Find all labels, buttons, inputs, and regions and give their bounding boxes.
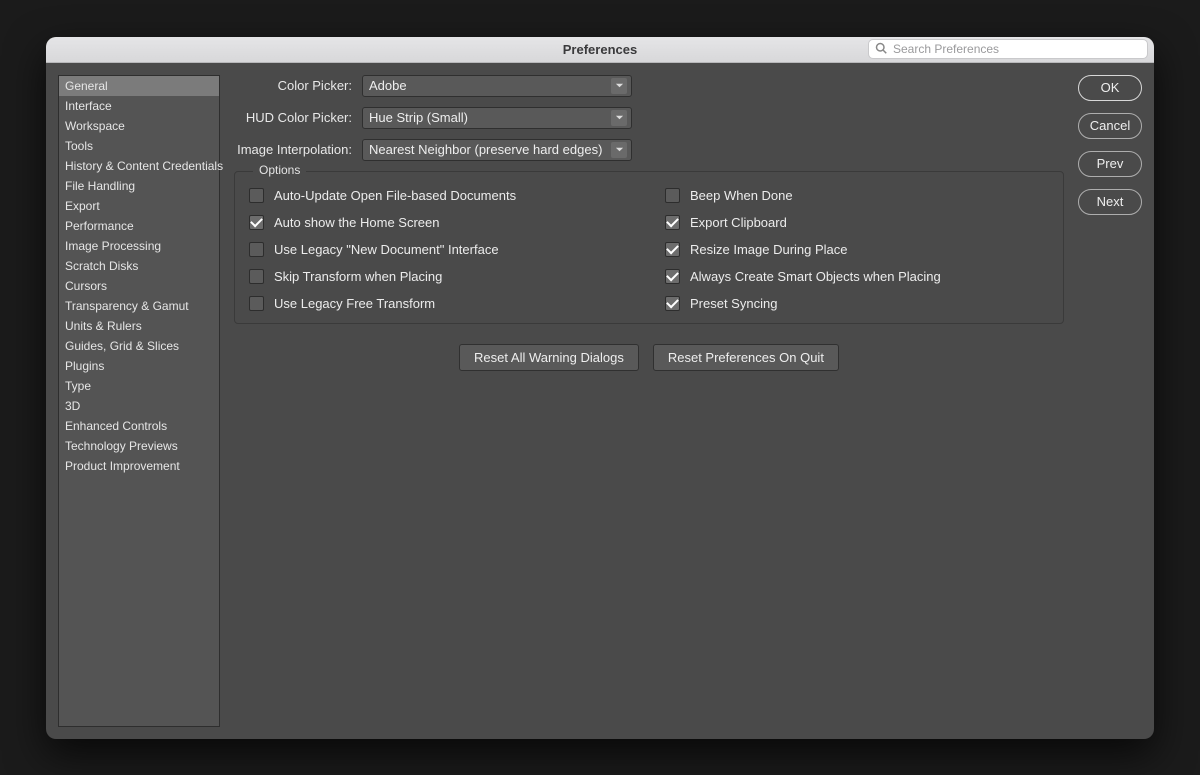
sidebar-item-units-rulers[interactable]: Units & Rulers	[59, 316, 219, 336]
option-row: Auto-Update Open File-based Documents	[249, 188, 633, 203]
option-label: Auto show the Home Screen	[274, 215, 439, 230]
dialog-title: Preferences	[46, 42, 1154, 57]
checkbox[interactable]	[665, 269, 680, 284]
color-picker-label: Color Picker:	[234, 78, 352, 93]
checkbox[interactable]	[665, 188, 680, 203]
sidebar-item-tools[interactable]: Tools	[59, 136, 219, 156]
reset-preferences-on-quit-button[interactable]: Reset Preferences On Quit	[653, 344, 839, 371]
preferences-dialog: Preferences GeneralInterfaceWorkspaceToo…	[46, 37, 1154, 739]
sidebar-item-history-content-credentials[interactable]: History & Content Credentials	[59, 156, 219, 176]
option-label: Export Clipboard	[690, 215, 787, 230]
option-label: Use Legacy "New Document" Interface	[274, 242, 499, 257]
option-label: Use Legacy Free Transform	[274, 296, 435, 311]
option-row: Skip Transform when Placing	[249, 269, 633, 284]
option-label: Auto-Update Open File-based Documents	[274, 188, 516, 203]
option-row: Use Legacy Free Transform	[249, 296, 633, 311]
sidebar-item-general[interactable]: General	[59, 76, 219, 96]
sidebar-item-file-handling[interactable]: File Handling	[59, 176, 219, 196]
checkbox[interactable]	[665, 215, 680, 230]
option-row: Resize Image During Place	[665, 242, 1049, 257]
options-column-left: Auto-Update Open File-based Documents Aut…	[249, 188, 633, 311]
options-group: Options Auto-Update Open File-based Docu…	[234, 171, 1064, 324]
option-row: Preset Syncing	[665, 296, 1049, 311]
sidebar-item-image-processing[interactable]: Image Processing	[59, 236, 219, 256]
main-area: Color Picker: Adobe HUD Color Picker: Hu…	[234, 75, 1142, 727]
checkbox[interactable]	[665, 296, 680, 311]
reset-all-warning-dialogs-button[interactable]: Reset All Warning Dialogs	[459, 344, 639, 371]
color-picker-select[interactable]: Adobe	[362, 75, 632, 97]
sidebar-item-interface[interactable]: Interface	[59, 96, 219, 116]
options-column-right: Beep When Done Export Clipboard Resize Ima…	[665, 188, 1049, 311]
image-interpolation-value: Nearest Neighbor (preserve hard edges)	[369, 142, 602, 157]
option-label: Always Create Smart Objects when Placing	[690, 269, 941, 284]
bottom-button-row: Reset All Warning Dialogs Reset Preferen…	[234, 344, 1064, 371]
sidebar-item-transparency-gamut[interactable]: Transparency & Gamut	[59, 296, 219, 316]
action-button-column: OK Cancel Prev Next	[1078, 75, 1142, 727]
chevron-down-icon	[611, 110, 627, 126]
chevron-down-icon	[611, 142, 627, 158]
sidebar-item-guides-grid-slices[interactable]: Guides, Grid & Slices	[59, 336, 219, 356]
options-legend: Options	[253, 163, 306, 177]
checkbox[interactable]	[249, 296, 264, 311]
option-row: Beep When Done	[665, 188, 1049, 203]
ok-button[interactable]: OK	[1078, 75, 1142, 101]
titlebar: Preferences	[46, 37, 1154, 63]
color-picker-value: Adobe	[369, 78, 407, 93]
chevron-down-icon	[611, 78, 627, 94]
sidebar-item-product-improvement[interactable]: Product Improvement	[59, 456, 219, 476]
option-row: Export Clipboard	[665, 215, 1049, 230]
sidebar: GeneralInterfaceWorkspaceToolsHistory & …	[58, 75, 220, 727]
image-interpolation-select[interactable]: Nearest Neighbor (preserve hard edges)	[362, 139, 632, 161]
next-button[interactable]: Next	[1078, 189, 1142, 215]
option-row: Auto show the Home Screen	[249, 215, 633, 230]
dialog-body: GeneralInterfaceWorkspaceToolsHistory & …	[46, 63, 1154, 739]
checkbox[interactable]	[665, 242, 680, 257]
option-row: Always Create Smart Objects when Placing	[665, 269, 1049, 284]
sidebar-item-cursors[interactable]: Cursors	[59, 276, 219, 296]
option-row: Use Legacy "New Document" Interface	[249, 242, 633, 257]
hud-color-picker-value: Hue Strip (Small)	[369, 110, 468, 125]
sidebar-item-scratch-disks[interactable]: Scratch Disks	[59, 256, 219, 276]
sidebar-item-plugins[interactable]: Plugins	[59, 356, 219, 376]
sidebar-item-performance[interactable]: Performance	[59, 216, 219, 236]
checkbox[interactable]	[249, 188, 264, 203]
option-label: Preset Syncing	[690, 296, 777, 311]
hud-color-picker-label: HUD Color Picker:	[234, 110, 352, 125]
sidebar-item-3d[interactable]: 3D	[59, 396, 219, 416]
option-label: Resize Image During Place	[690, 242, 848, 257]
checkbox[interactable]	[249, 269, 264, 284]
option-label: Skip Transform when Placing	[274, 269, 442, 284]
sidebar-item-technology-previews[interactable]: Technology Previews	[59, 436, 219, 456]
sidebar-item-export[interactable]: Export	[59, 196, 219, 216]
prev-button[interactable]: Prev	[1078, 151, 1142, 177]
content-panel: Color Picker: Adobe HUD Color Picker: Hu…	[234, 75, 1064, 727]
checkbox[interactable]	[249, 215, 264, 230]
checkbox[interactable]	[249, 242, 264, 257]
image-interpolation-label: Image Interpolation:	[234, 142, 352, 157]
sidebar-item-workspace[interactable]: Workspace	[59, 116, 219, 136]
cancel-button[interactable]: Cancel	[1078, 113, 1142, 139]
hud-color-picker-select[interactable]: Hue Strip (Small)	[362, 107, 632, 129]
option-label: Beep When Done	[690, 188, 793, 203]
sidebar-item-enhanced-controls[interactable]: Enhanced Controls	[59, 416, 219, 436]
sidebar-item-type[interactable]: Type	[59, 376, 219, 396]
